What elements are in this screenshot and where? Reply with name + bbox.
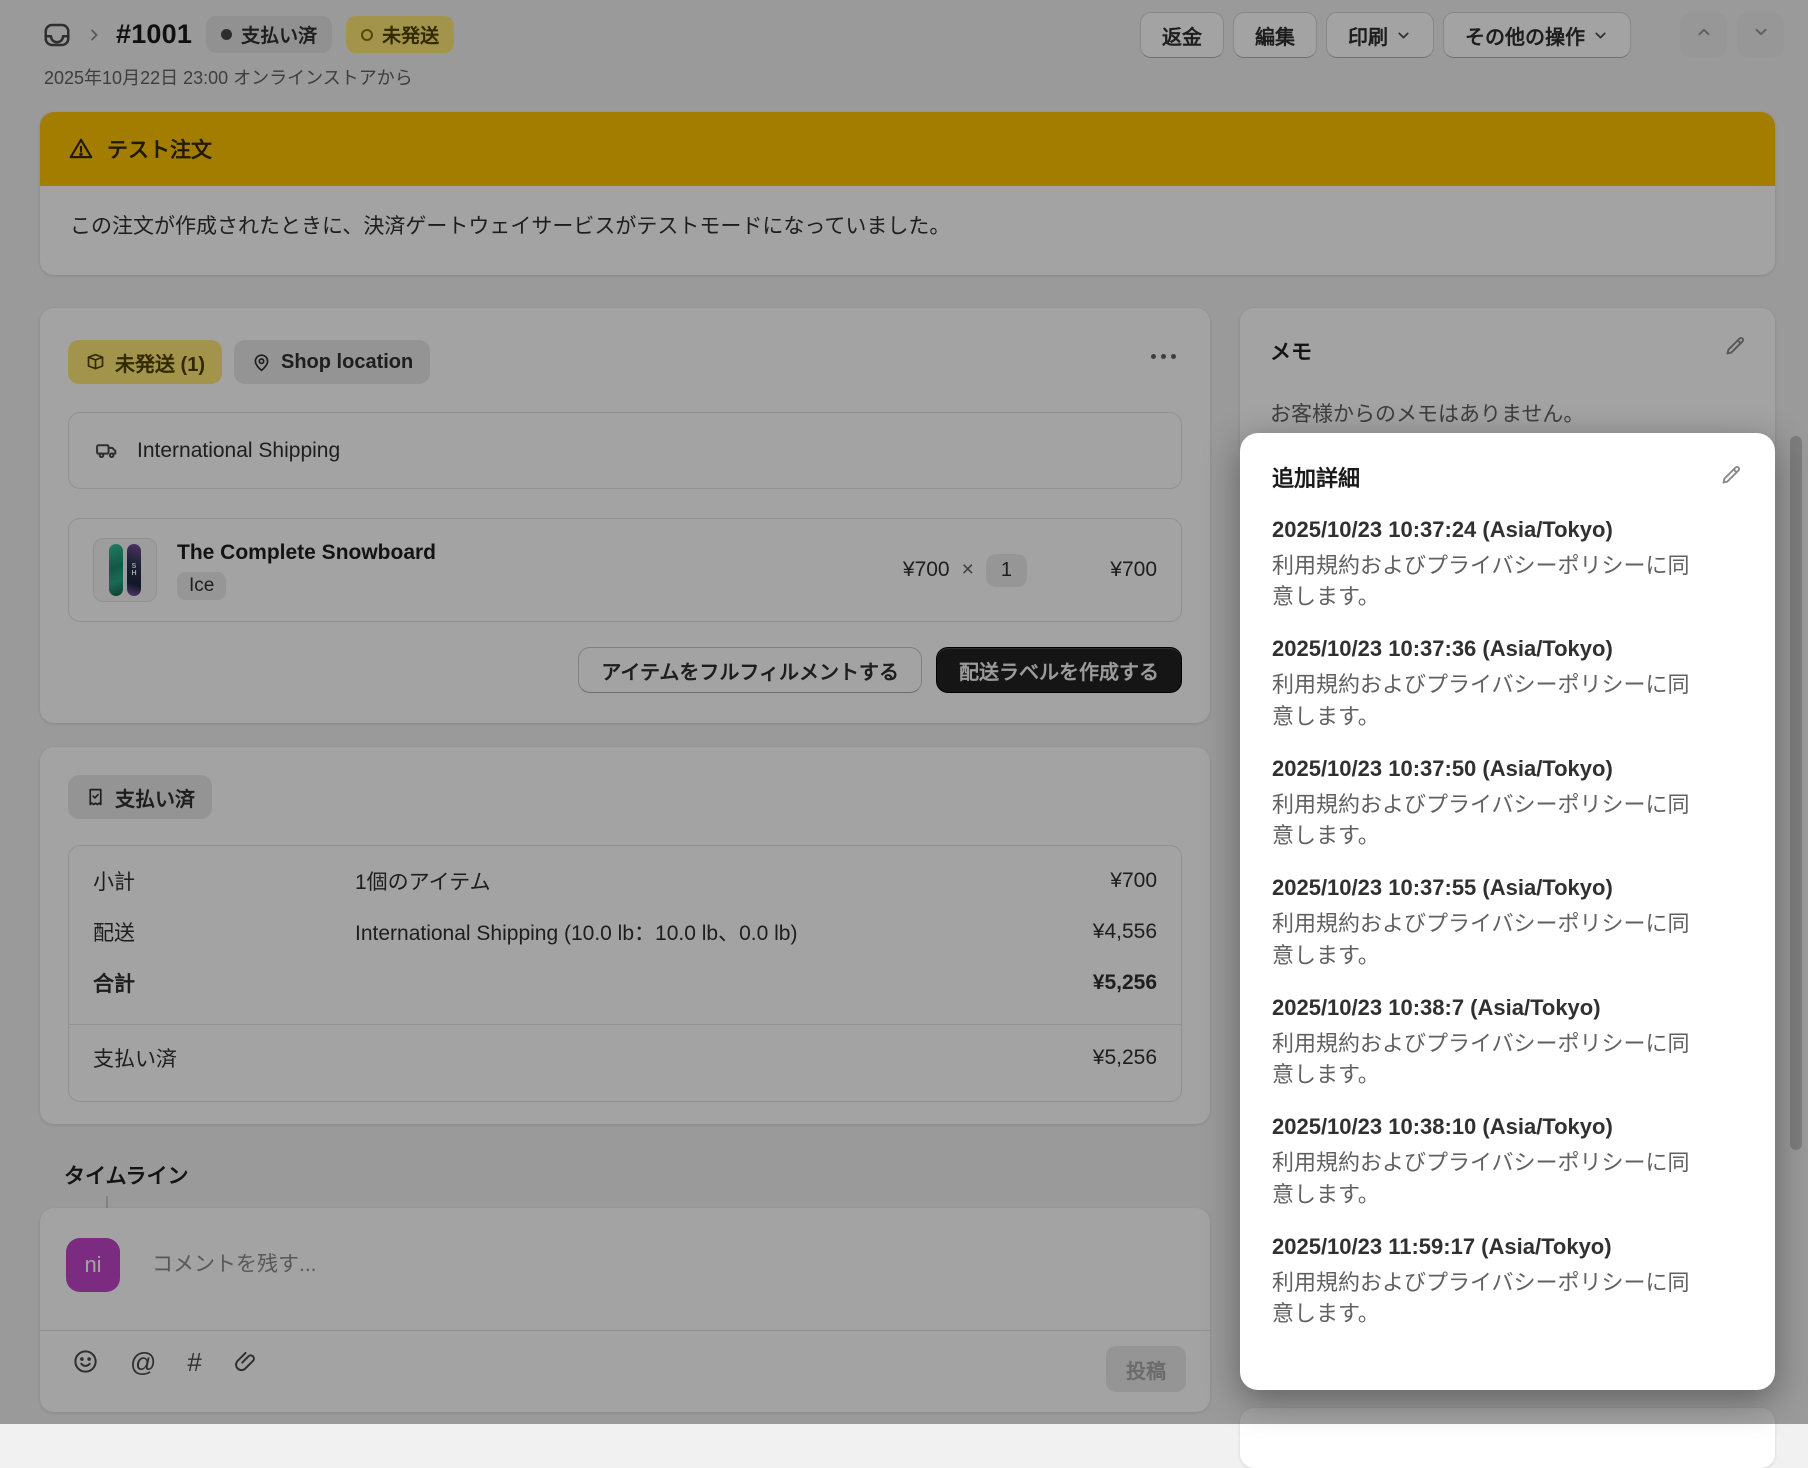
consent-entry: 2025/10/23 10:38:10 (Asia/Tokyo) 利用規約および… <box>1272 1114 1743 1209</box>
entry-text: 利用規約およびプライバシーポリシーに同意します。 <box>1272 1150 1690 1207</box>
edit-details-pencil-icon[interactable] <box>1719 463 1743 487</box>
consent-entry: 2025/10/23 10:38:7 (Asia/Tokyo) 利用規約およびプ… <box>1272 995 1743 1090</box>
consent-entry-list: 2025/10/23 10:37:24 (Asia/Tokyo) 利用規約および… <box>1272 517 1743 1329</box>
entry-text: 利用規約およびプライバシーポリシーに同意します。 <box>1272 1269 1690 1327</box>
consent-entry: 2025/10/23 10:37:50 (Asia/Tokyo) 利用規約および… <box>1272 756 1743 851</box>
entry-timestamp: 2025/10/23 10:37:36 (Asia/Tokyo) <box>1272 636 1613 662</box>
consent-entry: 2025/10/23 10:37:24 (Asia/Tokyo) 利用規約および… <box>1272 517 1743 612</box>
entry-text: 利用規約およびプライバシーポリシーに同意します。 <box>1272 1030 1690 1088</box>
additional-details-card: 追加詳細 2025/10/23 10:37:24 (Asia/Tokyo) 利用… <box>1240 433 1775 1390</box>
entry-text: 利用規約およびプライバシーポリシーに同意します。 <box>1272 553 1690 610</box>
consent-entry: 2025/10/23 10:37:55 (Asia/Tokyo) 利用規約および… <box>1272 875 1743 970</box>
entry-text: 利用規約およびプライバシーポリシーに同意します。 <box>1272 791 1690 849</box>
entry-timestamp: 2025/10/23 11:59:17 (Asia/Tokyo) <box>1272 1233 1612 1259</box>
entry-timestamp: 2025/10/23 10:37:55 (Asia/Tokyo) <box>1272 875 1613 901</box>
consent-entry: 2025/10/23 11:59:17 (Asia/Tokyo) 利用規約および… <box>1272 1234 1743 1329</box>
entry-text: 利用規約およびプライバシーポリシーに同意します。 <box>1272 672 1690 729</box>
entry-timestamp: 2025/10/23 10:37:24 (Asia/Tokyo) <box>1272 517 1613 542</box>
entry-timestamp: 2025/10/23 10:38:10 (Asia/Tokyo) <box>1272 1114 1613 1140</box>
additional-details-heading: 追加詳細 <box>1272 466 1361 491</box>
entry-timestamp: 2025/10/23 10:38:7 (Asia/Tokyo) <box>1272 994 1601 1020</box>
entry-text: 利用規約およびプライバシーポリシーに同意します。 <box>1272 911 1690 968</box>
entry-timestamp: 2025/10/23 10:37:50 (Asia/Tokyo) <box>1272 755 1613 781</box>
consent-entry: 2025/10/23 10:37:36 (Asia/Tokyo) 利用規約および… <box>1272 636 1743 731</box>
